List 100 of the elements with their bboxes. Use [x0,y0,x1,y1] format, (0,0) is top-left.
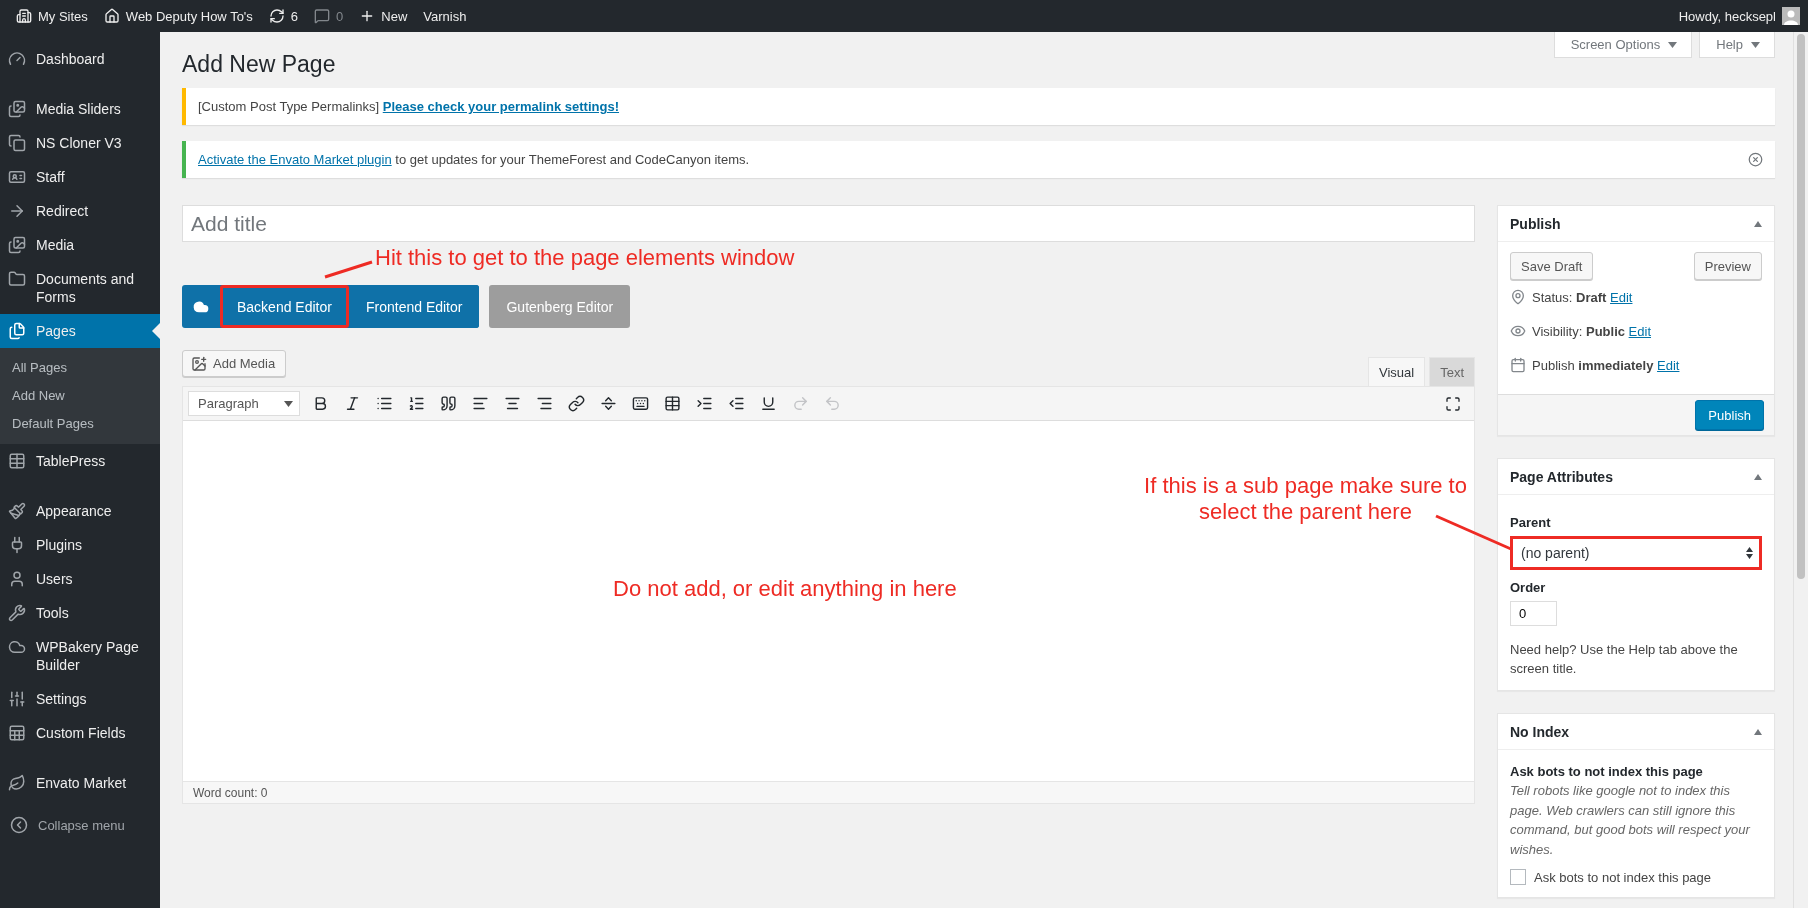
collapse-toggle-icon [1754,473,1762,480]
admin-bar-link[interactable]: 0 [306,8,352,24]
sidebar-item[interactable]: Settings [0,682,160,716]
publish-button[interactable]: Publish [1695,400,1764,430]
submenu-item[interactable]: Add New [0,382,160,410]
media-icon [191,355,207,372]
copy-icon [8,134,26,152]
add-media-button[interactable]: Add Media [182,350,287,377]
account-greeting[interactable]: Howdy, hecksepl [1678,8,1776,24]
outdent-icon [727,395,745,412]
sidebar-item[interactable]: Users [0,562,160,596]
collapse-icon [10,816,28,834]
sidebar-item[interactable]: Tools [0,596,160,630]
indent-icon [695,395,713,412]
notice-link[interactable]: Activate the Envato Market plugin [198,152,392,167]
scrollbar[interactable] [1793,32,1808,908]
sidebar-item[interactable]: Dashboard [0,42,160,76]
notice-text: Activate the Envato Market plugin to get updates for your ThemeForest and CodeCanyon items. [198,152,750,167]
sidebar-item[interactable]: Custom Fields [0,716,160,750]
sidebar-item[interactable]: Appearance [0,494,160,528]
annotation-text: Hit this to get to the page elements window [375,245,795,271]
section-heading: Ask bots to not index this page [1510,764,1704,779]
sidebar-item[interactable]: Media Sliders [0,92,160,126]
description-text: Tell robots like google not to index this page. Web crawlers can still ignore this command, but good bots will respect your wishes. [1510,782,1752,859]
notice-link[interactable]: Please check your permalink settings! [382,99,619,114]
caret-icon [1668,41,1678,48]
annotation-text: If this is a sub page make sure to select the parent here [1143,473,1468,525]
editor-tab[interactable]: Visual [1367,357,1426,386]
sidebar-item[interactable]: WPBakery Page Builder [0,630,160,682]
editor-tab[interactable]: Text [1429,357,1475,386]
admin-bar-link[interactable]: New [351,8,416,24]
grid-table-icon [8,724,26,742]
image-icon [8,100,26,118]
caret-icon [284,400,293,407]
format-select[interactable]: Paragraph [188,391,300,416]
help-text: Need help? Use the Help tab above the screen title. [1510,641,1739,678]
save-draft-button[interactable]: Save Draft [1510,252,1594,280]
sidebar-item[interactable]: Media [0,228,160,262]
order-field[interactable]: 0 [1510,601,1557,626]
eye-icon [1510,323,1526,339]
dashboard-icon [8,50,26,68]
sidebar-item[interactable]: Documents and Forms [0,262,160,314]
link-icon [567,395,585,412]
publish-setting: Publish immediately Edit [1532,357,1680,373]
house-icon [103,8,120,24]
sidebar-item[interactable]: Staff [0,160,160,194]
user-icon [8,570,26,588]
collapse-toggle-icon [1754,728,1762,735]
arrow-right-icon [8,202,26,220]
images-icon [8,236,26,254]
underline-icon [759,395,777,412]
sidebar-item[interactable]: Envato Market [0,766,160,800]
comment-icon [314,8,331,24]
title-field[interactable]: Add title [182,205,1475,242]
sidebar-item[interactable]: NS Cloner V3 [0,126,160,160]
redo-icon [791,395,809,412]
parent-select[interactable]: (no parent) [1510,536,1762,570]
admin-bar-link[interactable]: 6 [260,8,307,24]
edit-link[interactable]: Edit [1628,323,1651,339]
sidebar-item[interactable]: TablePress [0,444,160,478]
submenu-item[interactable]: All Pages [0,354,160,382]
submenu-item[interactable]: Default Pages [0,410,160,438]
keyboard-icon [631,395,649,412]
panel-title: Page Attributes [1510,468,1613,485]
screen-meta-tab[interactable]: Screen Options [1553,32,1693,58]
table-icon [663,395,681,412]
annotation-text: Do not add, or edit anything in here [613,576,957,602]
preview-button[interactable]: Preview [1693,252,1762,280]
sliders-icon [8,690,26,708]
numbered-list-icon [407,395,425,412]
admin-bar-link[interactable]: Web Deputy How To's [95,8,261,24]
stepper-icon [1746,547,1753,559]
dismiss-icon[interactable] [1748,152,1763,167]
wrench-icon [8,604,26,622]
publish-setting: Visibility: Public Edit [1532,323,1651,339]
editor-mode-button[interactable]: Backend Editor [220,285,349,328]
publish-setting: Status: Draft Edit [1532,289,1633,305]
id-card-icon [8,168,26,186]
align-center-icon [503,395,521,412]
sidebar-item[interactable]: Redirect [0,194,160,228]
edit-link[interactable]: Edit [1610,289,1633,305]
page-heading: Add New Page [182,50,336,79]
leader-line [324,260,373,279]
screen-meta-tab[interactable]: Help [1699,32,1775,58]
scrollbar-thumb[interactable] [1797,34,1805,579]
collapse-toggle-icon [1754,220,1762,227]
separator-icon [599,395,617,412]
bullet-list-icon [375,395,393,412]
edit-link[interactable]: Edit [1657,357,1680,373]
collapse-menu-button[interactable]: Collapse menu [0,808,160,842]
sidebar-item[interactable]: Pages [0,314,160,348]
sidebar-item[interactable]: Plugins [0,528,160,562]
leaf-icon [8,774,26,792]
align-left-icon [471,395,489,412]
word-count: Word count: 0 [183,781,1474,803]
admin-bar-link[interactable]: My Sites [8,8,96,24]
admin-bar-link[interactable]: Varnish [415,8,475,24]
checkbox[interactable] [1510,869,1526,885]
align-right-icon [535,395,553,412]
panel-title: Publish [1510,215,1561,232]
